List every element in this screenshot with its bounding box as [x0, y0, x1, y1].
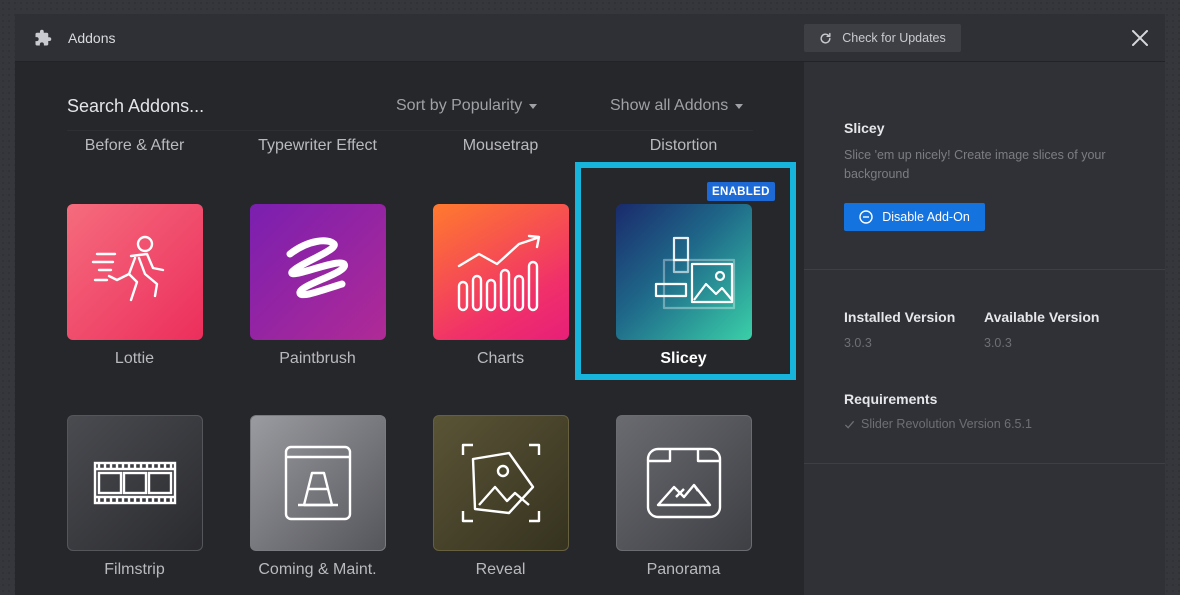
addon-card-charts[interactable] [433, 204, 569, 340]
addon-label-lottie[interactable]: Lottie [43, 350, 226, 368]
refresh-icon [820, 32, 831, 44]
modal-title: Addons [68, 30, 116, 46]
check-icon [844, 420, 855, 429]
scribble-icon [286, 237, 348, 299]
details-divider [804, 463, 1165, 464]
close-icon[interactable] [1130, 28, 1150, 48]
puzzle-icon [35, 29, 52, 46]
show-filter-label: Show all Addons [610, 97, 729, 114]
show-filter-dropdown[interactable]: Show all Addons [610, 97, 744, 115]
filter-divider [67, 130, 753, 131]
addon-label[interactable]: Typewriter Effect [226, 137, 409, 155]
disable-addon-button[interactable]: Disable Add-On [844, 203, 985, 231]
modal-header: Addons Check for Updates [15, 14, 1165, 62]
available-version-label: Available Version [984, 309, 1100, 325]
requirements-label: Requirements [844, 391, 938, 407]
addon-label[interactable]: Mousetrap [409, 137, 592, 155]
details-title: Slicey [844, 120, 885, 136]
installed-version-label: Installed Version [844, 309, 956, 325]
addon-card-filmstrip[interactable] [67, 415, 203, 551]
addon-label[interactable]: Before & After [43, 137, 226, 155]
addon-label-paintbrush[interactable]: Paintbrush [226, 350, 409, 368]
addons-modal: Addons Check for Updates Search Addons..… [15, 14, 1165, 595]
bar-chart-icon [457, 234, 541, 312]
addon-browser: Search Addons... Sort by Popularity Show… [15, 62, 804, 595]
minus-circle-icon [859, 210, 873, 224]
requirement-item: Slider Revolution Version 6.5.1 [844, 417, 1032, 431]
sort-dropdown-label: Sort by Popularity [396, 97, 523, 114]
addon-card-coming-maint[interactable] [250, 415, 386, 551]
disable-addon-label: Disable Add-On [882, 210, 970, 224]
addon-label-coming-maint[interactable]: Coming & Maint. [226, 561, 409, 579]
image-tag-icon [461, 443, 541, 523]
addon-label-charts[interactable]: Charts [409, 350, 592, 368]
filter-bar: Search Addons... Sort by Popularity Show… [15, 62, 804, 132]
chevron-down-icon [529, 103, 538, 109]
addon-label-reveal[interactable]: Reveal [409, 561, 592, 579]
addon-details-panel: Slicey Slice 'em up nicely! Create image… [804, 62, 1165, 595]
addon-card-reveal[interactable] [433, 415, 569, 551]
running-man-icon [91, 235, 165, 302]
addon-label-filmstrip[interactable]: Filmstrip [43, 561, 226, 579]
traffic-cone-icon [284, 445, 352, 521]
requirement-text: Slider Revolution Version 6.5.1 [861, 417, 1032, 431]
sort-dropdown[interactable]: Sort by Popularity [396, 97, 538, 115]
chevron-down-icon [735, 103, 744, 109]
panorama-icon [646, 447, 722, 519]
search-addons-input[interactable]: Search Addons... [67, 96, 204, 117]
addon-card-panorama[interactable] [616, 415, 752, 551]
available-version-value: 3.0.3 [984, 336, 1012, 350]
check-updates-label: Check for Updates [842, 31, 946, 45]
check-updates-button[interactable]: Check for Updates [804, 24, 961, 52]
details-divider [804, 269, 1165, 270]
enabled-badge: ENABLED [707, 182, 775, 201]
addon-label[interactable]: Distortion [592, 137, 775, 155]
addon-card-lottie[interactable] [67, 204, 203, 340]
addon-card-paintbrush[interactable] [250, 204, 386, 340]
addon-label-panorama[interactable]: Panorama [592, 561, 775, 579]
filmstrip-icon [93, 461, 177, 505]
installed-version-value: 3.0.3 [844, 336, 872, 350]
details-description: Slice 'em up nicely! Create image slices… [844, 148, 1106, 181]
